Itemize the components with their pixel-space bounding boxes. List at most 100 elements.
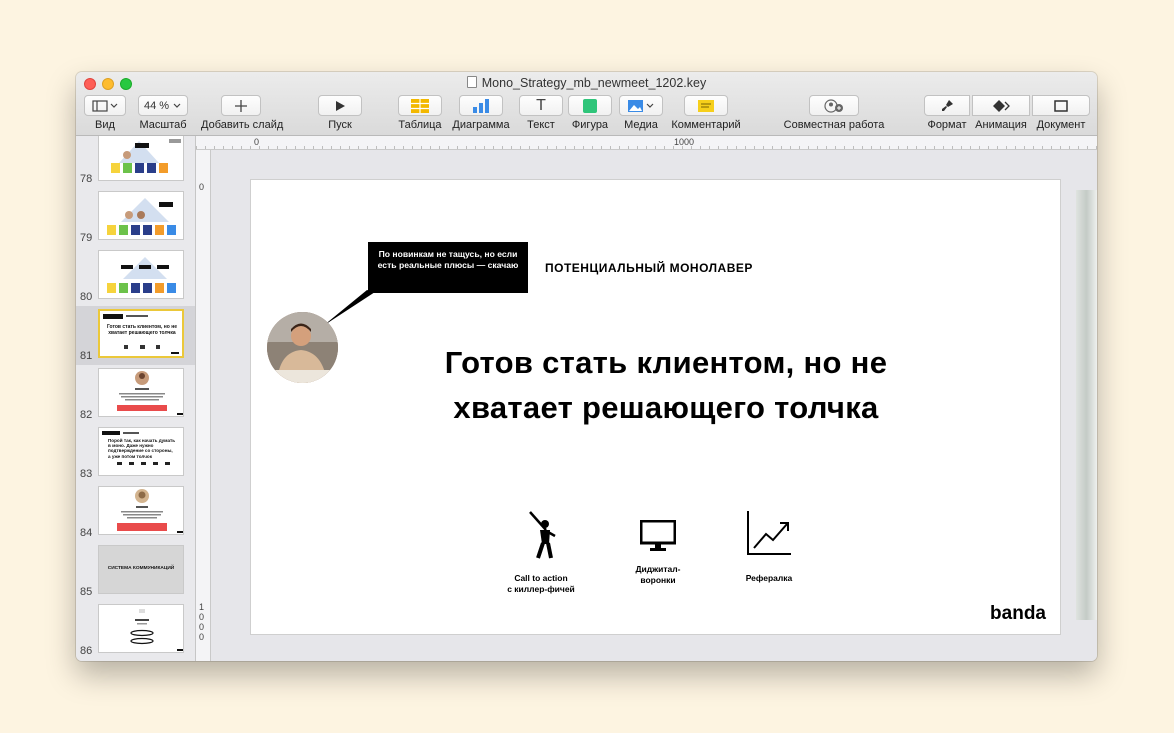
banda-logo: banda xyxy=(990,603,1046,624)
add-slide-label: Добавить слайд xyxy=(201,119,284,131)
collaborate-label: Совместная работа xyxy=(783,119,885,131)
next-slide-peek xyxy=(1076,190,1097,620)
document-button[interactable]: Документ xyxy=(1032,95,1090,131)
chevron-down-icon xyxy=(173,103,181,108)
slide-thumb-80[interactable]: 80 xyxy=(76,247,195,306)
slide-thumbnail xyxy=(98,136,184,181)
slide-thumb-84[interactable]: 84 xyxy=(76,483,195,542)
avatar[interactable] xyxy=(267,312,338,383)
thumbnail-text: СИСТЕМА КОММУНИКАЦИЙ xyxy=(107,566,175,571)
slide-number: 80 xyxy=(80,291,93,303)
zoom-menu[interactable]: 44 % Масштаб xyxy=(138,95,188,131)
feature-label: Call to action с киллер-фичей xyxy=(507,573,575,594)
slide-headline[interactable]: Готов стать клиентом, но не хватает реша… xyxy=(391,340,941,430)
image-icon xyxy=(628,99,654,112)
media-label: Медиа xyxy=(624,119,658,131)
slide-thumb-79[interactable]: 79 xyxy=(76,188,195,247)
slide-thumb-86[interactable]: 86 xyxy=(76,601,195,660)
document-title: Mono_Strategy_mb_newmeet_1202.key xyxy=(76,76,1097,90)
collaborate-icon xyxy=(824,98,843,113)
document-label: Документ xyxy=(1036,119,1086,131)
quote-bubble[interactable]: По новинкам не тащусь, но если есть реал… xyxy=(368,242,528,293)
media-button[interactable]: Медиа xyxy=(619,95,663,131)
slide-thumbnail xyxy=(98,191,184,240)
ruler-mark: 0 xyxy=(254,137,260,147)
slide-thumbnail xyxy=(98,250,184,299)
section-title[interactable]: ПОТЕНЦИАЛЬНЫЙ МОНОЛАВЕР xyxy=(545,261,753,275)
slide-number: 86 xyxy=(80,645,93,657)
headline-line: хватает решающего толчка xyxy=(453,390,879,425)
slide-thumbnail: СИСТЕМА КОММУНИКАЦИЙ xyxy=(98,545,184,594)
text-button[interactable]: T Текст xyxy=(519,95,563,131)
text-label: Текст xyxy=(527,119,555,131)
format-button[interactable]: Формат xyxy=(924,95,970,131)
chart-button[interactable]: Диаграмма xyxy=(451,95,511,131)
slide-number: 79 xyxy=(80,232,93,244)
table-icon xyxy=(411,98,429,113)
play-icon xyxy=(336,100,345,111)
slide-number: 82 xyxy=(80,409,93,421)
ruler-mark: 1 xyxy=(199,602,205,612)
slide-thumbnail: Готов стать клиентом, но не хватает реша… xyxy=(98,309,184,358)
ruler-mark: 0 xyxy=(199,612,205,622)
slide-thumbnail xyxy=(98,604,184,653)
slide-thumb-82[interactable]: 82 xyxy=(76,365,195,424)
table-label: Таблица xyxy=(398,119,442,131)
view-label: Вид xyxy=(95,119,115,131)
feature-referral[interactable]: Рефералка xyxy=(719,510,819,584)
ruler-mark: 0 xyxy=(199,182,205,192)
comment-button[interactable]: Комментарий xyxy=(671,95,741,131)
current-slide[interactable]: По новинкам не тащусь, но если есть реал… xyxy=(251,180,1060,634)
feature-cta[interactable]: Call to action с киллер-фичей xyxy=(491,510,591,595)
golfer-icon xyxy=(529,511,556,559)
feature-label: Рефералка xyxy=(745,573,793,583)
comment-label: Комментарий xyxy=(671,119,741,131)
slide-thumb-85[interactable]: СИСТЕМА КОММУНИКАЦИЙ 85 xyxy=(76,542,195,601)
slide-canvas[interactable]: По новинкам не тащусь, но если есть реал… xyxy=(211,150,1097,661)
slide-navigator[interactable]: 78 79 80 Готов стать клиентом, но не хва… xyxy=(76,136,196,661)
ruler-mark: 0 xyxy=(199,622,205,632)
slide-thumbnail xyxy=(98,368,184,417)
table-button[interactable]: Таблица xyxy=(398,95,442,131)
play-button[interactable]: Пуск xyxy=(318,95,362,131)
bar-chart-icon xyxy=(473,98,489,113)
feature-digital[interactable]: Диджитал- воронки xyxy=(608,519,708,586)
slide-thumb-78[interactable]: 78 xyxy=(76,136,195,188)
view-button[interactable]: Вид xyxy=(84,95,126,131)
slide-number: 81 xyxy=(80,350,93,362)
collaborate-button[interactable]: Совместная работа xyxy=(781,95,887,131)
comment-icon xyxy=(698,99,714,112)
ruler-mark: 1000 xyxy=(674,137,695,147)
paintbrush-icon xyxy=(942,99,953,111)
toolbar: Mono_Strategy_mb_newmeet_1202.key Вид 44… xyxy=(76,72,1097,136)
headline-line: Готов стать клиентом, но не xyxy=(444,345,888,380)
animate-button[interactable]: Анимация xyxy=(972,95,1030,131)
format-label: Формат xyxy=(927,119,967,131)
vertical-ruler: 0 1 0 0 0 xyxy=(196,150,211,661)
document-icon xyxy=(1054,99,1068,112)
keynote-file-icon xyxy=(466,76,477,88)
shape-icon xyxy=(583,98,597,113)
thumbnail-text: Готов стать клиентом, но не хватает реша… xyxy=(106,324,178,336)
slide-thumb-83[interactable]: Порой так, как начать думать в моно. Даж… xyxy=(76,424,195,483)
shape-button[interactable]: Фигура xyxy=(568,95,612,131)
play-label: Пуск xyxy=(328,119,352,131)
slide-number: 84 xyxy=(80,527,93,539)
shape-label: Фигура xyxy=(571,119,609,131)
animate-icon xyxy=(993,99,1010,112)
keynote-window: Mono_Strategy_mb_newmeet_1202.key Вид 44… xyxy=(76,72,1097,661)
slide-number: 85 xyxy=(80,586,93,598)
slide-number: 78 xyxy=(80,173,93,185)
zoom-label: Масштаб xyxy=(139,119,187,131)
zoom-value: 44 % xyxy=(143,99,170,112)
thumbnail-text: Порой так, как начать думать в моно. Даж… xyxy=(108,438,176,459)
monitor-icon xyxy=(639,519,677,551)
plus-icon xyxy=(235,99,247,112)
speech-bubble-tail xyxy=(323,290,375,326)
add-slide-button[interactable]: Добавить слайд xyxy=(201,95,284,131)
horizontal-ruler: 0 1000 xyxy=(196,136,1097,150)
slide-thumb-81-selected[interactable]: Готов стать клиентом, но не хватает реша… xyxy=(76,306,195,365)
growth-chart-icon xyxy=(747,511,791,555)
sidebar-view-icon xyxy=(92,99,118,112)
slide-thumbnail xyxy=(98,486,184,535)
